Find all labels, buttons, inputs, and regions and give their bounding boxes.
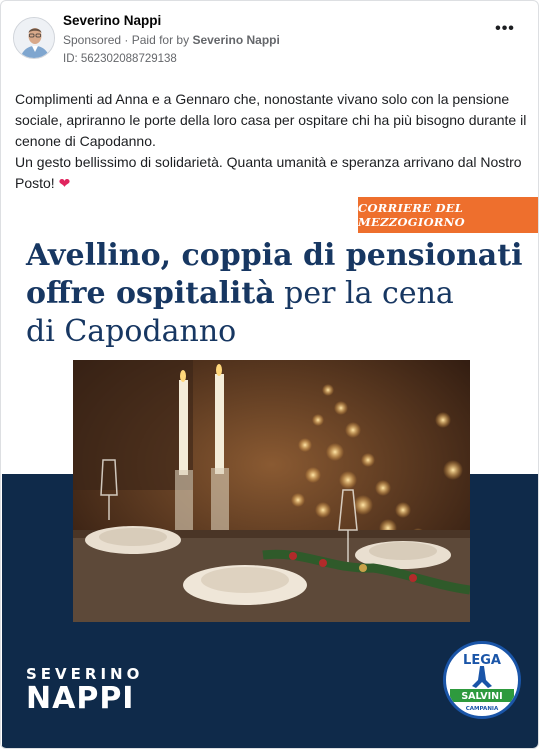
- headline-line-2-regular: per la cena: [274, 276, 454, 311]
- separator-dot: ·: [124, 33, 129, 47]
- heart-icon: ❤: [58, 175, 71, 191]
- post-body-paragraph-2-text: Un gesto bellissimo di solidarietà. Quan…: [15, 154, 522, 191]
- author-avatar[interactable]: [13, 17, 55, 59]
- sponsored-label: Sponsored: [63, 33, 122, 47]
- more-options-icon[interactable]: •••: [494, 21, 516, 39]
- brand-last-name: NAPPI: [26, 681, 135, 716]
- author-name[interactable]: Severino Nappi: [63, 13, 161, 28]
- ad-id: ID: 562302088729138: [63, 53, 177, 65]
- newspaper-badge: CORRIERE DEL MEZZOGIORNO: [358, 197, 538, 233]
- candlelit-dinner-illustration: [73, 360, 470, 622]
- headline-line-3: di Capodanno: [26, 314, 237, 349]
- avatar-portrait-icon: [14, 18, 54, 58]
- ad-post-card: Severino Nappi Sponsored · Paid for by S…: [0, 0, 539, 749]
- ad-creative-image[interactable]: CORRIERE DEL MEZZOGIORNO Avellino, coppi…: [2, 197, 538, 748]
- logo-top-text: LEGA: [463, 653, 501, 668]
- sponsor-line: Sponsored · Paid for by Severino Nappi: [63, 33, 280, 47]
- post-body-paragraph-1: Complimenti ad Anna e a Gennaro che, non…: [15, 91, 527, 149]
- logo-band-text: SALVINI: [461, 691, 502, 702]
- lega-salvini-logo: LEGA SALVINI CAMPANIA: [443, 641, 521, 719]
- post-header: Severino Nappi Sponsored · Paid for by S…: [13, 11, 526, 69]
- paid-for-prefix: Paid for by: [131, 33, 190, 47]
- dinner-table-photo: [73, 360, 470, 622]
- lega-logo-icon: LEGA SALVINI CAMPANIA: [447, 645, 517, 715]
- headline-line-2-bold: offre ospitalità: [26, 276, 275, 311]
- post-body: Complimenti ad Anna e a Gennaro che, non…: [15, 89, 527, 194]
- logo-bottom-text: CAMPANIA: [466, 706, 499, 712]
- article-headline: Avellino, coppia di pensionati offre osp…: [26, 237, 526, 351]
- headline-line-1: Avellino, coppia di pensionati: [26, 238, 523, 273]
- candidate-brand: SEVERINO NAPPI: [26, 665, 143, 715]
- paid-for-name: Severino Nappi: [192, 33, 280, 47]
- post-body-paragraph-2: Un gesto bellissimo di solidarietà. Quan…: [15, 152, 527, 194]
